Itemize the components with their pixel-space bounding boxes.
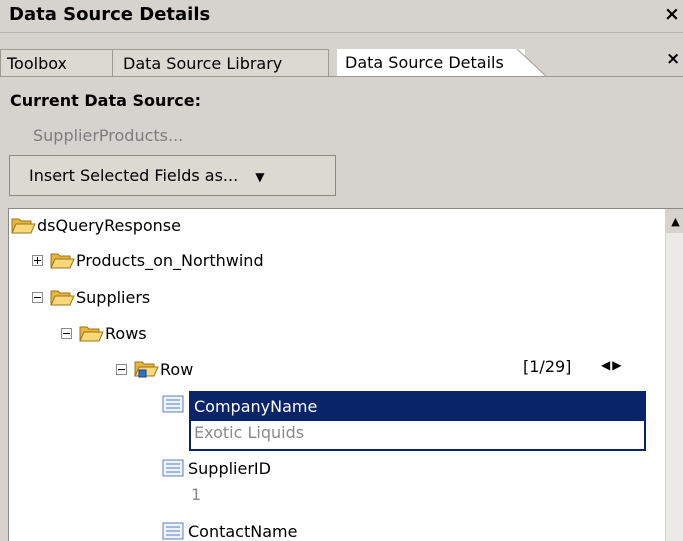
field-icon (162, 522, 184, 540)
tree-node-label: Row (160, 359, 194, 379)
field-icon (162, 459, 184, 477)
folder-open-icon (11, 218, 36, 233)
tree-node-suppliers[interactable]: Suppliers (32, 283, 150, 311)
row-navigation-arrows-icon[interactable]: ◀▶ (601, 358, 623, 372)
tab-close-icon[interactable]: × (666, 49, 680, 69)
tree-node-row[interactable]: Row (116, 355, 193, 383)
data-source-tree: dsQueryResponse Products_on_Northwind Su… (8, 208, 683, 541)
tab-data-source-details[interactable]: Data Source Details (337, 49, 525, 76)
folder-repeat-icon (134, 361, 159, 378)
tree-node-products[interactable]: Products_on_Northwind (32, 246, 264, 274)
collapse-icon[interactable] (61, 327, 72, 339)
field-icon (162, 395, 184, 413)
row-counter: [1/29] (523, 357, 572, 376)
current-data-source-value: SupplierProducts... (33, 126, 184, 145)
scroll-up-glyph: ▲ (671, 214, 680, 228)
active-tab-edge (517, 49, 547, 77)
folder-open-icon (50, 253, 75, 268)
collapse-icon[interactable] (116, 363, 127, 375)
vertical-scrollbar[interactable]: ▲ (665, 209, 683, 541)
field-label: ContactName (188, 521, 298, 541)
collapse-icon[interactable] (32, 291, 43, 303)
insert-selected-fields-button[interactable]: Insert Selected Fields as... ▼ (9, 155, 336, 196)
field-label: CompanyName (191, 393, 644, 421)
tree-node-label: Products_on_Northwind (76, 250, 264, 270)
folder-open-icon (50, 290, 75, 305)
expand-icon[interactable] (32, 254, 43, 266)
tab-baseline (0, 76, 683, 77)
close-icon[interactable]: × (664, 3, 680, 25)
field-companyname[interactable]: CompanyName Exotic Liquids (189, 391, 646, 451)
folder-open-icon (79, 326, 104, 341)
tree-node-rows[interactable]: Rows (61, 319, 147, 347)
tree-node-label: Suppliers (76, 287, 151, 307)
insert-selected-fields-label: Insert Selected Fields as... (29, 166, 239, 185)
tab-library-edge (112, 49, 113, 77)
tree-node-dsqueryresponse[interactable]: dsQueryResponse (11, 211, 181, 239)
current-data-source-label: Current Data Source: (10, 91, 201, 110)
field-contactname[interactable]: ContactName (162, 517, 297, 541)
window-title: Data Source Details (9, 4, 211, 25)
tree-node-label: Rows (105, 323, 147, 343)
tab-strip: Toolbox Data Source Library Data Source … (0, 33, 683, 77)
dropdown-arrow-icon: ▼ (255, 170, 265, 184)
field-value: 1 (191, 485, 202, 504)
field-value: Exotic Liquids (194, 423, 305, 442)
tab-toolbox[interactable]: Toolbox (0, 49, 120, 77)
scroll-up-icon[interactable]: ▲ (666, 209, 683, 233)
tab-data-source-library[interactable]: Data Source Library (112, 49, 329, 77)
field-supplierid[interactable]: SupplierID (162, 454, 271, 482)
tree-node-label: dsQueryResponse (37, 215, 181, 235)
field-label: SupplierID (188, 458, 271, 478)
